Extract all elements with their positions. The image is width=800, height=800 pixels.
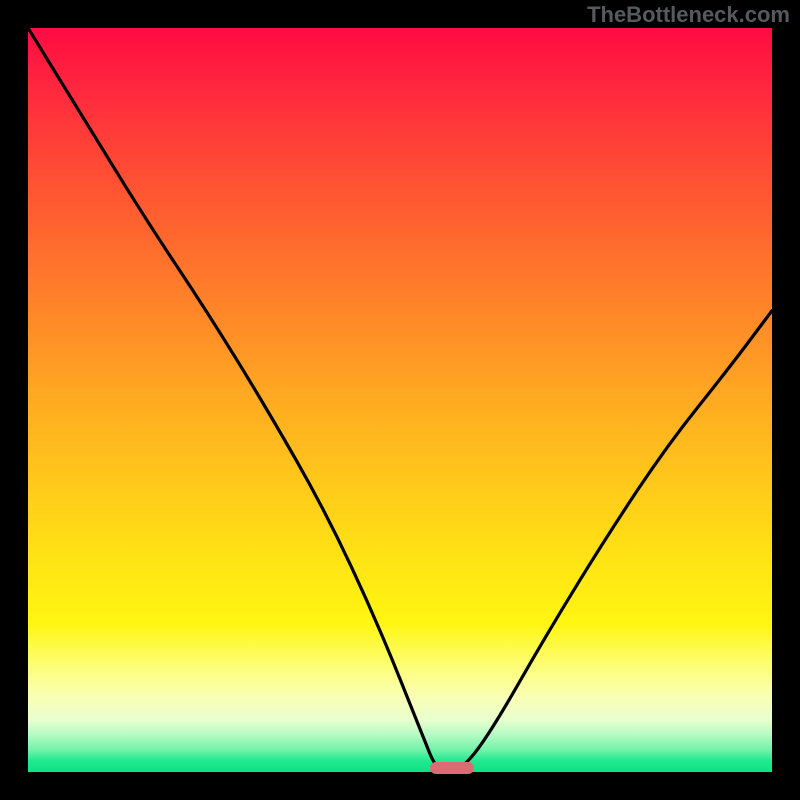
chart-frame: TheBottleneck.com (0, 0, 800, 800)
bottleneck-curve (28, 28, 772, 772)
plot-area (28, 28, 772, 772)
curve-svg (28, 28, 772, 772)
watermark-text: TheBottleneck.com (587, 2, 790, 28)
optimal-marker (430, 762, 475, 774)
